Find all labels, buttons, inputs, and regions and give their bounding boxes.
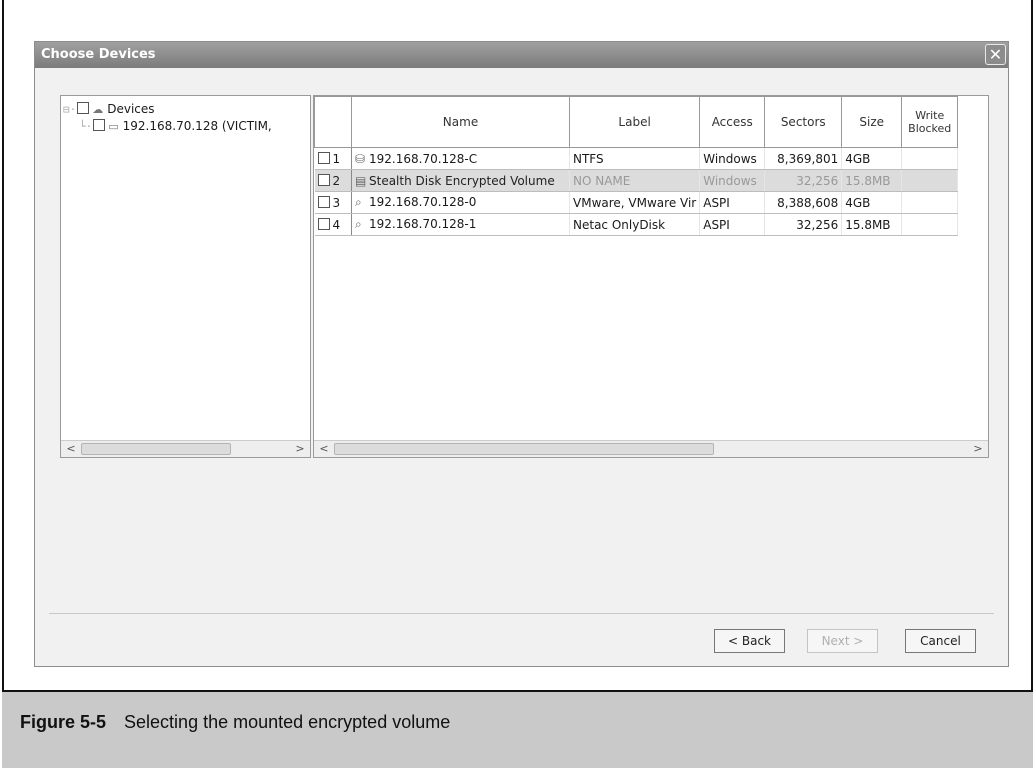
row-size: 15.8MB <box>841 213 903 236</box>
tree-branch-icon: └· <box>79 120 93 133</box>
table-header-row: Name Label Access Sectors Size Write Blo… <box>314 96 959 148</box>
footer-separator <box>49 613 994 614</box>
volume-icon: ▤ <box>355 173 367 188</box>
tree-scroll-thumb[interactable] <box>81 443 231 455</box>
row-label: NO NAME <box>569 169 701 192</box>
row-size: 4GB <box>841 147 903 170</box>
column-header-size[interactable]: Size <box>841 96 903 148</box>
tree-label-host: 192.168.70.128 (VICTIM, <box>122 119 272 133</box>
disk-search-icon: ⌕ <box>355 195 362 209</box>
figure-caption-area: Figure 5-5 Selecting the mounted encrypte… <box>2 690 1033 768</box>
drive-icon: ⛁ <box>355 151 366 166</box>
row-label: Netac OnlyDisk <box>569 213 701 236</box>
row-index: 4 <box>332 217 341 232</box>
tree-checkbox-host[interactable] <box>93 119 106 131</box>
row-write-blocked <box>901 213 959 236</box>
column-header-label[interactable]: Label <box>568 96 701 148</box>
tree-item-host[interactable]: └· ▭ 192.168.70.128 (VICTIM, <box>79 119 272 133</box>
row-size: 4GB <box>841 191 903 214</box>
disk-search-icon: ⌕ <box>355 217 362 231</box>
next-button[interactable]: Next > <box>807 629 878 653</box>
column-header-access[interactable]: Access <box>699 96 766 148</box>
table-row[interactable]: 4 ⌕ 192.168.70.128-1 Netac OnlyDisk ASPI … <box>314 213 959 236</box>
row-sectors: 8,388,608 <box>764 191 843 214</box>
row-index: 1 <box>332 151 341 166</box>
tree-checkbox-devices[interactable] <box>77 102 90 114</box>
row-name: 192.168.70.128-0 <box>369 195 477 209</box>
row-name: 192.168.70.128-C <box>369 151 478 166</box>
row-size: 15.8MB <box>841 169 903 192</box>
column-header-index[interactable] <box>314 96 352 148</box>
scroll-right-icon[interactable]: > <box>970 441 986 457</box>
device-grid: Name Label Access Sectors Size Write Blo… <box>313 95 989 458</box>
cancel-button[interactable]: Cancel <box>905 629 976 653</box>
row-access: ASPI <box>699 213 766 236</box>
figure-number: Figure 5-5 <box>20 712 107 732</box>
row-write-blocked <box>901 147 959 170</box>
back-button[interactable]: < Back <box>714 629 785 653</box>
table-row[interactable]: 3 ⌕ 192.168.70.128-0 VMware, VMware Vir A… <box>314 191 959 214</box>
table-row[interactable]: 1 ⛁ 192.168.70.128-C NTFS Windows 8,369,8… <box>314 147 959 170</box>
row-index: 3 <box>332 195 341 210</box>
row-write-blocked <box>901 191 959 214</box>
network-icon: ☁ <box>92 103 104 116</box>
grid-horizontal-scrollbar[interactable]: < > <box>314 440 988 457</box>
row-sectors: 32,256 <box>764 213 843 236</box>
row-label: VMware, VMware Vir <box>569 191 701 214</box>
row-label: NTFS <box>569 147 701 170</box>
column-header-name[interactable]: Name <box>351 96 570 148</box>
row-checkbox[interactable] <box>317 217 330 230</box>
row-access: ASPI <box>699 191 766 214</box>
tree-expander-icon[interactable]: ⊟· <box>63 103 76 116</box>
row-sectors: 8,369,801 <box>764 147 843 170</box>
dialog-title: Choose Devices <box>41 47 156 62</box>
row-name: Stealth Disk Encrypted Volume <box>369 173 555 188</box>
row-checkbox[interactable] <box>317 195 330 208</box>
close-button[interactable]: ✕ <box>985 44 1006 65</box>
figure-caption-text: Selecting the mounted encrypted volume <box>124 712 451 732</box>
tree-horizontal-scrollbar[interactable]: < > <box>61 440 310 457</box>
row-checkbox[interactable] <box>317 151 330 164</box>
folder-icon: ▭ <box>108 120 119 133</box>
figure-caption: Figure 5-5 Selecting the mounted encrypte… <box>20 712 450 733</box>
scroll-right-icon[interactable]: > <box>292 441 308 457</box>
tree-item-devices[interactable]: ⊟· ☁ Devices <box>63 102 155 116</box>
device-tree: ⊟· ☁ Devices └· ▭ 192.168.70.128 (VICTIM, < … <box>60 95 311 458</box>
column-header-write-blocked[interactable]: Write Blocked <box>901 96 959 148</box>
device-table: Name Label Access Sectors Size Write Blo… <box>314 96 959 236</box>
scroll-left-icon[interactable]: < <box>63 441 79 457</box>
row-checkbox[interactable] <box>317 173 330 186</box>
row-access: Windows <box>699 147 766 170</box>
scroll-left-icon[interactable]: < <box>316 441 332 457</box>
row-index: 2 <box>332 173 341 188</box>
row-name: 192.168.70.128-1 <box>369 217 477 231</box>
close-icon: ✕ <box>988 45 1003 64</box>
row-write-blocked <box>901 169 959 192</box>
table-row[interactable]: 2 ▤ Stealth Disk Encrypted Volume NO NAME… <box>314 169 959 192</box>
column-header-sectors[interactable]: Sectors <box>764 96 843 148</box>
title-bar: Choose Devices ✕ <box>35 42 1008 68</box>
row-sectors: 32,256 <box>764 169 843 192</box>
row-access: Windows <box>699 169 766 192</box>
choose-devices-dialog: Choose Devices ✕ ⊟· ☁ Devices └· ▭ 192.168.7… <box>34 41 1009 667</box>
tree-label-devices: Devices <box>107 102 155 116</box>
grid-scroll-thumb[interactable] <box>334 443 714 455</box>
